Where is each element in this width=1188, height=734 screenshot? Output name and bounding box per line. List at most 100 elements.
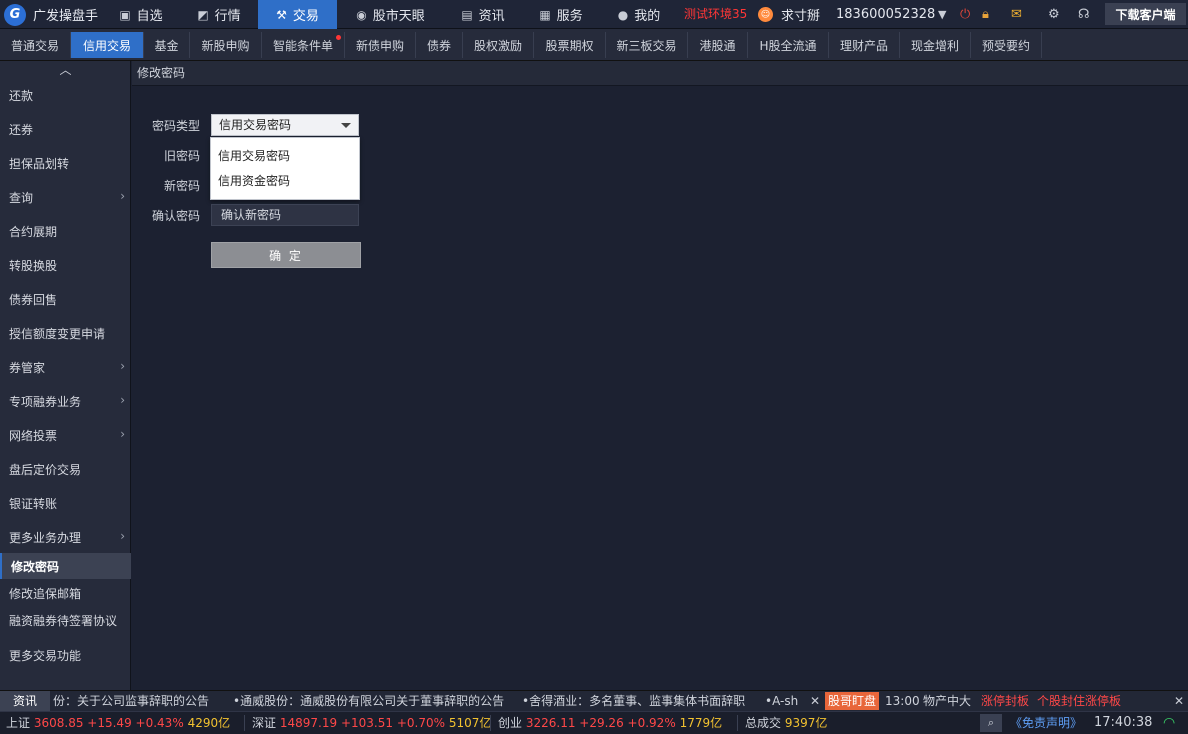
nav-trade[interactable]: ⚒ 交易 [258,0,337,29]
top-bar: G 广发操盘手 ▣ 自选 ◩ 行情 ⚒ 交易 ◉ 股市天眼 ▤ 资讯 ▦ 服务 ● 我的 测试… [0,0,1188,29]
sidebar-item-special-lending[interactable]: 专项融券业务 › [0,386,131,416]
chevron-right-icon: › [120,427,125,441]
close-icon[interactable]: ✕ [810,691,820,711]
index-cy[interactable]: 创业 3226.11 +29.26 +0.92% 1779亿 [498,712,722,734]
notification-dot [336,35,341,40]
sub-tab-bar: 普通交易 信用交易 基金 新股申购 智能条件单 新债申购 债券 股权激励 股票期… [0,29,1188,61]
divider [490,715,491,731]
password-type-label: 密码类型 [151,119,200,133]
user-icon: ● [617,7,629,22]
nav-market[interactable]: ◩ 行情 [180,0,258,29]
scroll-up-icon[interactable]: ︿ [0,61,131,79]
tab-neeq[interactable]: 新三板交易 [606,32,688,58]
gear-icon[interactable]: ⚙ [1048,0,1060,29]
app-name: 广发操盘手 [33,9,99,24]
gf-logo-icon: G [4,3,26,26]
divider [244,715,245,731]
chevron-right-icon: › [120,529,125,543]
sidebar-item-after-hours[interactable]: 盘后定价交易 [0,454,131,484]
nav-service[interactable]: ▦ 服务 [522,0,600,29]
sidebar-item-change-email[interactable]: 修改追保邮箱 [0,579,131,607]
star-box-icon: ▣ [119,7,131,22]
close-icon[interactable]: ✕ [1174,691,1184,711]
hot-watch-badge[interactable]: 股哥盯盘 [825,692,880,710]
nav-news[interactable]: ▤ 资讯 [444,0,522,29]
headset-icon[interactable]: ☊ [1078,0,1090,29]
gavel-icon: ⚒ [276,7,287,22]
chevron-right-icon: › [120,359,125,373]
ticker-tab-news[interactable]: 资讯 [0,691,50,711]
eye-icon: ◉ [356,7,367,22]
download-client-button[interactable]: 下载客户端 [1105,3,1186,25]
old-password-label: 旧密码 [163,149,200,163]
alert-desc: 个股封住涨停板 [1037,694,1122,708]
sidebar-item-online-voting[interactable]: 网络投票 › [0,420,131,450]
account-number[interactable]: 183600052328 [836,0,935,29]
ticker-news-item[interactable]: •通威股份：通威股份有限公司关于董事辞职的公告 [233,691,504,711]
sidebar-item-conversion[interactable]: 转股换股 [0,250,131,280]
confirm-button[interactable]: 确 定 [211,242,361,268]
tab-stock-options[interactable]: 股票期权 [534,32,606,58]
chevron-right-icon: › [120,189,125,203]
mail-icon[interactable]: ✉ [1011,0,1022,29]
tab-fund[interactable]: 基金 [144,32,190,58]
sidebar-item-credit-limit-change[interactable]: 授信额度变更申请 [0,318,131,348]
caret-down-icon [341,123,351,128]
tab-cash-plus[interactable]: 现金增利 [900,32,971,58]
avatar-icon: ☺ [758,7,773,22]
password-type-dropdown: 信用交易密码 信用资金密码 [210,137,360,200]
tab-new-bond[interactable]: 新债申购 [345,32,416,58]
account-dropdown-icon[interactable]: ▼ [938,0,946,29]
tab-bond[interactable]: 债券 [416,32,463,58]
total-turnover: 总成交 9397亿 [745,716,828,730]
password-type-select[interactable]: 信用交易密码 [211,114,359,136]
alert-type: 涨停封板 [981,694,1030,708]
divider [737,715,738,731]
lock-icon[interactable]: 🔒︎ [982,0,989,29]
nav-watchlist[interactable]: ▣ 自选 [102,0,180,29]
app-logo[interactable]: G 广发操盘手 [0,0,102,29]
tab-normal-trade[interactable]: 普通交易 [0,32,71,58]
sidebar-item-bond-putback[interactable]: 债券回售 [0,284,131,314]
sidebar-item-repay[interactable]: 还款 [0,80,131,110]
tab-credit-trade[interactable]: 信用交易 [71,32,144,58]
tab-wealth[interactable]: 理财产品 [829,32,900,58]
sidebar-item-securities-manager[interactable]: 券管家 › [0,352,131,382]
index-sz[interactable]: 深证 14897.19 +103.51 +0.70% 5107亿 [252,712,491,734]
ticker-news-item[interactable]: •A-sh [765,691,798,711]
sidebar-item-bank-transfer[interactable]: 银证转账 [0,488,131,518]
ticker-news-item[interactable]: 份：关于公司监事辞职的公告 [53,691,209,711]
sidebar-item-return-securities[interactable]: 还券 [0,114,131,144]
nav-eye[interactable]: ◉ 股市天眼 [337,0,444,29]
sidebar-item-contract-extension[interactable]: 合约展期 [0,216,131,246]
power-icon[interactable]: ⏻ [960,0,970,29]
sidebar-item-pending-agreements[interactable]: 融资融券待签署协议 [0,606,131,634]
tab-h-share[interactable]: H股全流通 [748,32,829,58]
briefcase-icon: ▦ [539,7,551,22]
sidebar-item-change-password[interactable]: 修改密码 [0,553,131,579]
nav-mine[interactable]: ● 我的 [600,0,678,29]
env-label: 测试环境35 [684,7,748,21]
sidebar-item-collateral-transfer[interactable]: 担保品划转 [0,148,131,178]
tab-tender-offer[interactable]: 预受要约 [971,32,1042,58]
new-password-label: 新密码 [163,179,200,193]
sidebar-item-more-business[interactable]: 更多业务办理 › [0,522,131,552]
index-sh[interactable]: 上证 3608.85 +15.49 +0.43% 4290亿 [6,712,230,734]
news-icon: ▤ [461,7,473,22]
option-credit-trade-password[interactable]: 信用交易密码 [211,144,359,168]
tab-smart-order[interactable]: 智能条件单 [262,32,345,58]
disclaimer-link[interactable]: 《免责声明》 [1010,712,1082,734]
page-title: 修改密码 [132,61,1188,86]
option-credit-fund-password[interactable]: 信用资金密码 [211,169,359,193]
sidebar-item-more-trade-functions[interactable]: 更多交易功能 [0,640,131,670]
alert-time: 13:00 [885,694,920,708]
tab-hk-connect[interactable]: 港股通 [688,32,748,58]
confirm-password-input[interactable]: 确认新密码 [211,204,359,226]
tab-equity-incentive[interactable]: 股权激励 [463,32,534,58]
ticker-news-item[interactable]: •舍得酒业：多名董事、监事集体书面辞职 [522,691,745,711]
user-account[interactable]: ☺ 求寸掰 [758,0,820,29]
tab-ipo[interactable]: 新股申购 [190,32,262,58]
search-icon[interactable]: ⌕ [980,714,1002,732]
sidebar-item-query[interactable]: 查询 › [0,182,131,212]
alert-stock[interactable]: 物产中大 [923,691,971,711]
